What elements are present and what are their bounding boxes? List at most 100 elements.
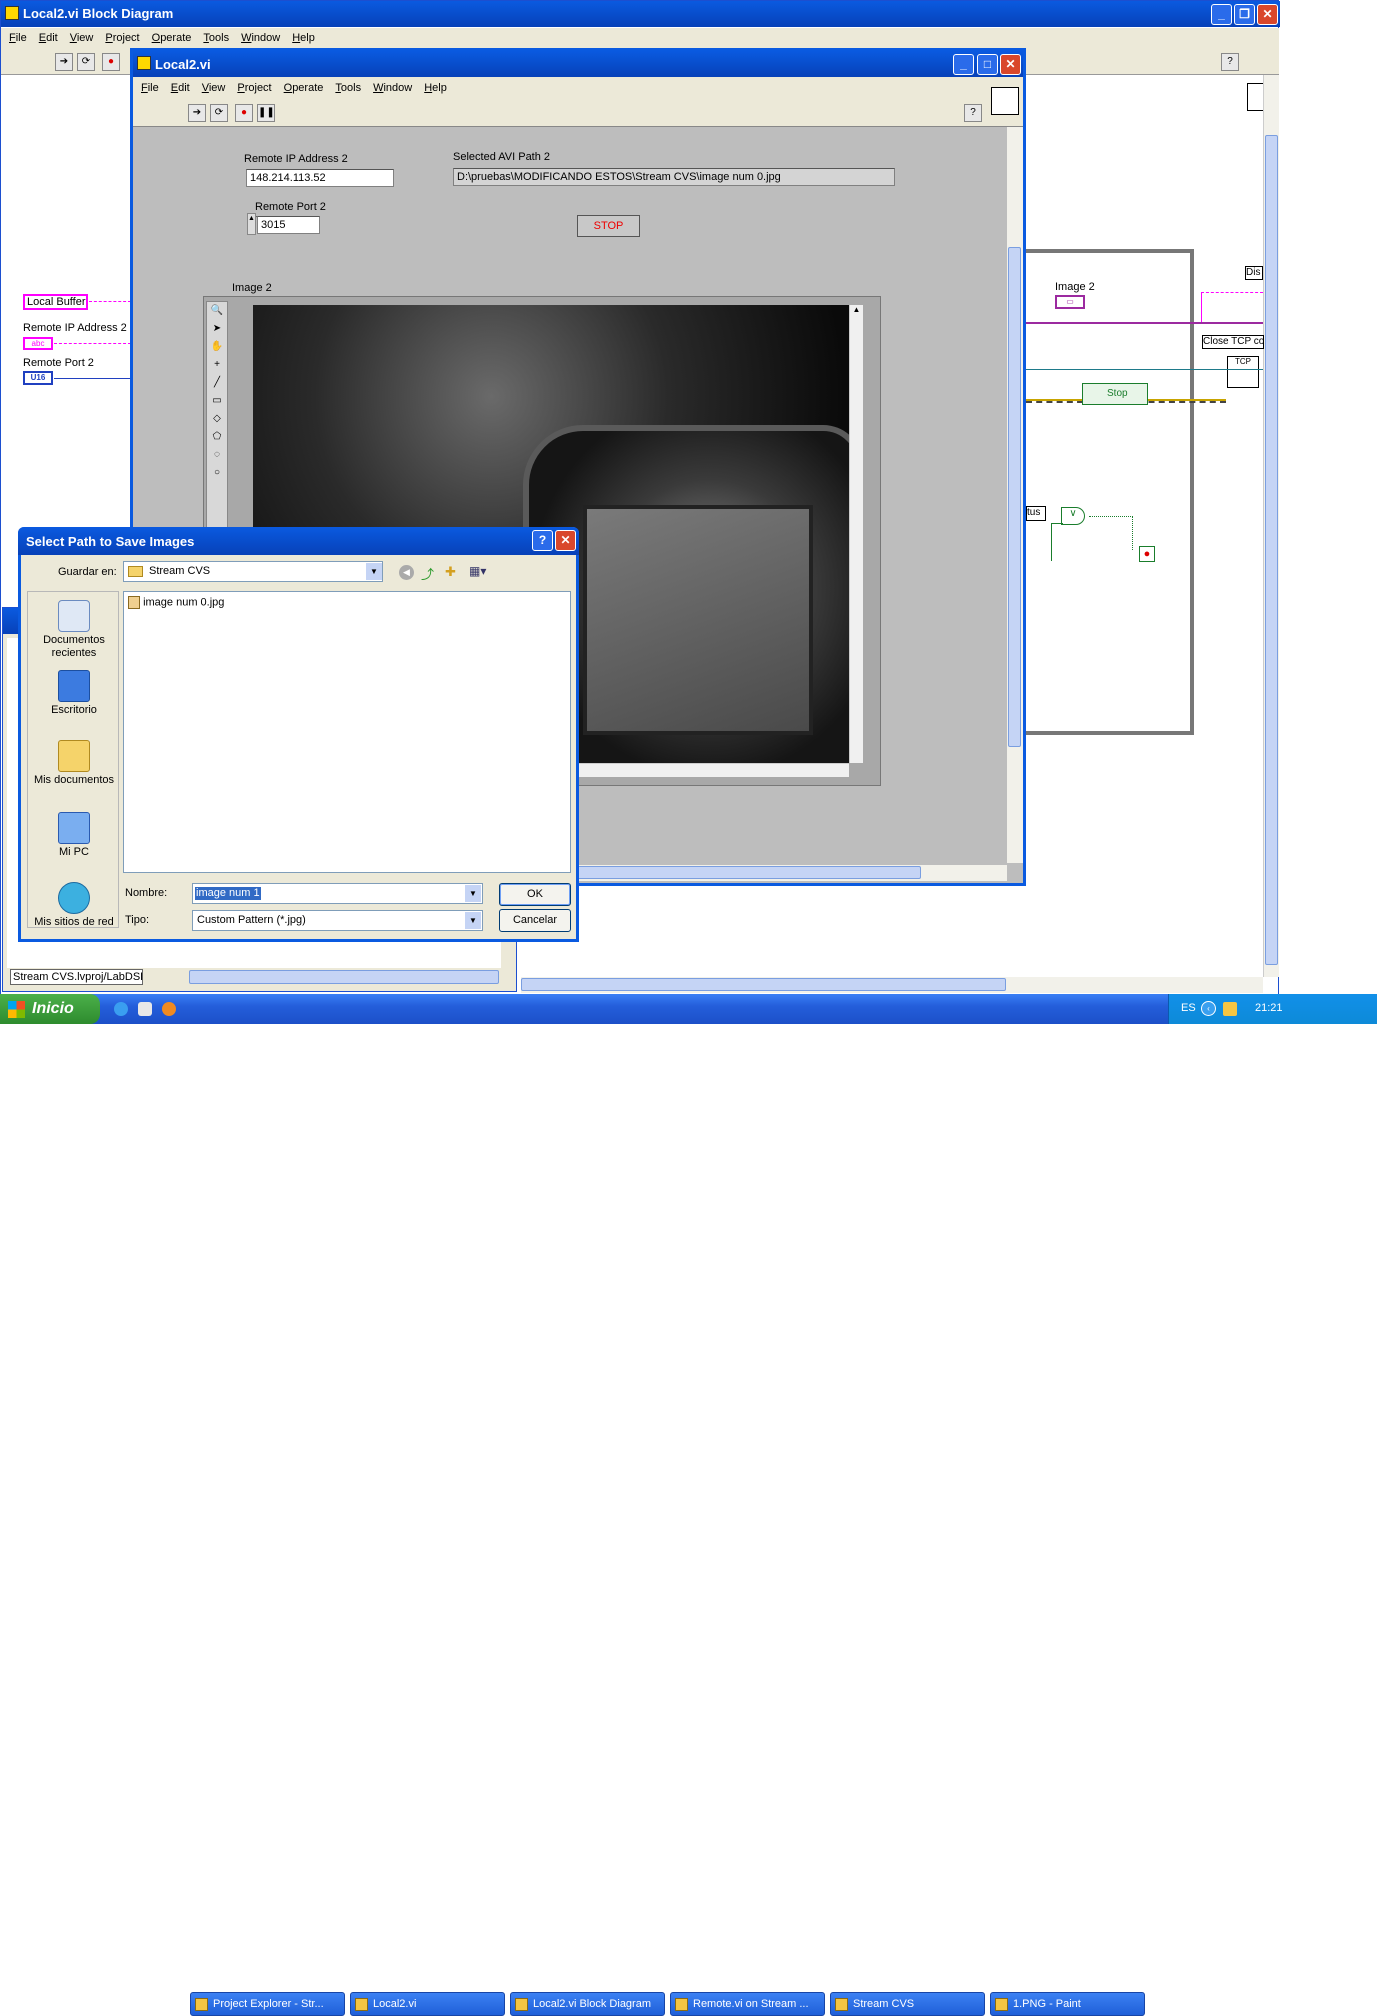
pan-tool-icon[interactable]: ✋ (207, 338, 227, 356)
fp-titlebar[interactable]: Local2.vi _ □ ✕ (133, 51, 1023, 77)
media-player-icon[interactable] (162, 1002, 176, 1016)
u16-terminal[interactable]: U16 (23, 371, 53, 385)
fp-vertical-scrollbar[interactable] (1007, 127, 1023, 863)
dis-node[interactable]: Dis (1245, 266, 1263, 280)
abort-icon[interactable]: ● (102, 53, 120, 71)
chevron-down-icon[interactable]: ▼ (465, 912, 481, 929)
rectangle-tool-icon[interactable]: ▭ (207, 392, 227, 410)
remote-port-field[interactable]: 3015 (257, 216, 320, 234)
tray-expand-icon[interactable]: ‹ (1201, 1001, 1216, 1016)
file-type-select[interactable]: Custom Pattern (*.jpg) ▼ (192, 910, 483, 931)
bd-menu-window[interactable]: Window (235, 30, 286, 46)
freehand-tool-icon[interactable]: ◌ (207, 446, 227, 464)
fp-menu-operate[interactable]: Operate (278, 80, 330, 96)
up-folder-icon[interactable]: ⤴ (421, 564, 434, 583)
place-desktop[interactable]: Escritorio (31, 670, 117, 717)
ie-icon[interactable] (114, 1002, 128, 1016)
fp-menu-window[interactable]: Window (367, 80, 418, 96)
file-list[interactable]: image num 0.jpg (123, 591, 571, 873)
string-terminal[interactable]: abc (23, 337, 53, 350)
avi-path-label: Selected AVI Path 2 (453, 151, 551, 163)
place-my-computer[interactable]: Mi PC (31, 812, 117, 859)
save-in-dropdown[interactable]: Stream CVS ▼ (123, 561, 383, 582)
local-buffer-node[interactable]: Local Buffer (23, 294, 88, 310)
start-button[interactable]: Inicio (0, 994, 100, 1024)
chevron-down-icon[interactable]: ▼ (366, 563, 382, 580)
help-icon[interactable]: ? (1221, 53, 1239, 71)
back-icon[interactable]: ◀ (399, 565, 414, 580)
stop-terminal-icon[interactable]: ● (1139, 546, 1155, 562)
bd-menu-help[interactable]: Help (286, 30, 321, 46)
tcp-close-function[interactable]: TCP (1227, 356, 1259, 388)
fp-menu-tools[interactable]: Tools (329, 80, 367, 96)
dialog-title: Select Path to Save Images (26, 534, 195, 549)
fp-menu-project[interactable]: Project (231, 80, 277, 96)
bd-menu-edit[interactable]: Edit (33, 30, 64, 46)
task-project-explorer[interactable]: Project Explorer - Str... (190, 1992, 345, 2016)
fp-menu-file[interactable]: File (135, 80, 165, 96)
ok-button[interactable]: OK (499, 883, 571, 906)
line-tool-icon[interactable]: ╱ (207, 374, 227, 392)
minimize-icon[interactable]: _ (1211, 4, 1232, 25)
close-icon[interactable]: ✕ (1000, 54, 1021, 75)
new-folder-icon[interactable]: ✚ (445, 564, 456, 580)
rotated-rect-tool-icon[interactable]: ◇ (207, 410, 227, 428)
bd-menu-operate[interactable]: Operate (146, 30, 198, 46)
port-increment-icon[interactable]: ▲▼ (247, 213, 262, 235)
fp-menu-help[interactable]: Help (418, 80, 453, 96)
fp-menu-view[interactable]: View (196, 80, 232, 96)
maximize-icon[interactable]: □ (977, 54, 998, 75)
chevron-down-icon[interactable]: ▼ (465, 885, 481, 902)
task-remote-vi[interactable]: Remote.vi on Stream ... (670, 1992, 825, 2016)
or-function-icon[interactable]: ∨ (1061, 507, 1085, 525)
point-tool-icon[interactable]: + (207, 356, 227, 374)
place-my-documents[interactable]: Mis documentos (31, 740, 117, 787)
polygon-tool-icon[interactable]: ⬠ (207, 428, 227, 446)
network-icon[interactable] (1223, 1002, 1237, 1016)
labview-icon (137, 56, 151, 70)
close-icon[interactable]: ✕ (1257, 4, 1278, 25)
task-paint[interactable]: 1.PNG - Paint (990, 1992, 1145, 2016)
pointer-tool-icon[interactable]: ➤ (207, 320, 227, 338)
browser-icon[interactable] (138, 1002, 152, 1016)
pe-scrollbar[interactable] (189, 970, 499, 984)
place-recent[interactable]: Documentos recientes (31, 600, 117, 660)
fp-menu-edit[interactable]: Edit (165, 80, 196, 96)
task-local2-block-diagram[interactable]: Local2.vi Block Diagram (510, 1992, 665, 2016)
pause-icon[interactable]: ❚❚ (257, 104, 275, 122)
oval-tool-icon[interactable]: ○ (207, 464, 227, 482)
bd-vertical-scrollbar[interactable] (1263, 75, 1279, 977)
image2-terminal[interactable]: ▭ (1055, 295, 1085, 309)
stop-property-node[interactable]: Stop (1082, 383, 1148, 405)
view-menu-icon[interactable]: ▦▾ (469, 564, 486, 578)
cancel-button[interactable]: Cancelar (499, 909, 571, 932)
bd-menu-view[interactable]: View (64, 30, 100, 46)
stop-button[interactable]: STOP (577, 215, 640, 237)
help-icon[interactable]: ? (532, 530, 553, 551)
file-name-input[interactable]: image num 1 ▼ (192, 883, 483, 904)
bd-titlebar[interactable]: Local2.vi Block Diagram _ ❐ ✕ (1, 1, 1280, 27)
zoom-tool-icon[interactable]: 🔍 (207, 302, 227, 320)
restore-icon[interactable]: ❐ (1234, 4, 1255, 25)
run-arrow-icon[interactable]: ➔ (188, 104, 206, 122)
image-vertical-scrollbar[interactable]: ▲ (849, 305, 863, 763)
bd-menu-project[interactable]: Project (99, 30, 145, 46)
task-local2-vi[interactable]: Local2.vi (350, 1992, 505, 2016)
remote-ip-field[interactable]: 148.214.113.52 (246, 169, 394, 187)
place-network[interactable]: Mis sitios de red (31, 882, 117, 929)
bd-menu-file[interactable]: File (3, 30, 33, 46)
help-icon[interactable]: ? (964, 104, 982, 122)
close-icon[interactable]: ✕ (555, 530, 576, 551)
language-indicator[interactable]: ES (1181, 1002, 1196, 1014)
abort-icon[interactable]: ● (235, 104, 253, 122)
run-continuously-icon[interactable]: ⟳ (210, 104, 228, 122)
task-stream-cvs-folder[interactable]: Stream CVS (830, 1992, 985, 2016)
bd-horizontal-scrollbar[interactable] (521, 977, 1263, 993)
run-arrow-icon[interactable]: ➔ (55, 53, 73, 71)
bd-menu-tools[interactable]: Tools (197, 30, 235, 46)
avi-path-field[interactable]: D:\pruebas\MODIFICANDO ESTOS\Stream CVS\… (453, 168, 895, 186)
dialog-titlebar[interactable]: Select Path to Save Images ? ✕ (18, 527, 579, 555)
minimize-icon[interactable]: _ (953, 54, 974, 75)
file-item[interactable]: image num 0.jpg (128, 596, 224, 609)
run-continuously-icon[interactable]: ⟳ (77, 53, 95, 71)
